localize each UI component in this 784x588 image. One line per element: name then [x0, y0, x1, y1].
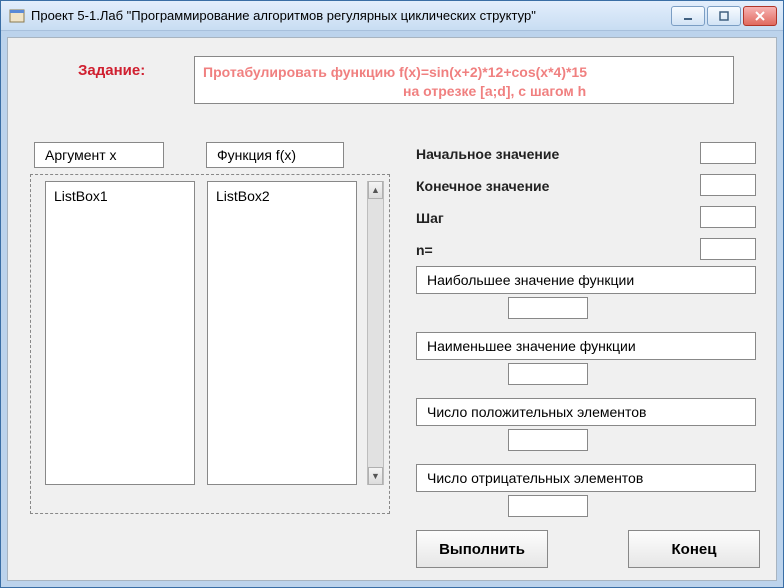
maximize-button[interactable] [707, 6, 741, 26]
max-label: Наибольшее значение функции [427, 272, 634, 288]
listbox1-placeholder: ListBox1 [54, 188, 108, 204]
pos-row: Число положительных элементов [416, 398, 756, 426]
pos-label: Число положительных элементов [427, 404, 647, 420]
min-row: Наименьшее значение функции [416, 332, 756, 360]
max-value-field[interactable] [508, 297, 588, 319]
scrollbar[interactable]: ▲ ▼ [367, 181, 384, 485]
end-value-label: Конечное значение [416, 178, 549, 194]
titlebar: Проект 5-1.Лаб "Программирование алгорит… [1, 1, 783, 31]
window-buttons [671, 6, 777, 26]
min-label: Наименьшее значение функции [427, 338, 636, 354]
step-input[interactable] [700, 206, 756, 228]
function-label: Функция f(x) [206, 142, 344, 168]
task-description: Протабулировать функцию f(x)=sin(x+2)*12… [194, 56, 734, 104]
task-line1: Протабулировать функцию f(x)=sin(x+2)*12… [203, 63, 725, 82]
listbox2-placeholder: ListBox2 [216, 188, 270, 204]
minimize-button[interactable] [671, 6, 705, 26]
neg-value-field[interactable] [508, 495, 588, 517]
step-label: Шаг [416, 210, 444, 226]
max-row: Наибольшее значение функции [416, 266, 756, 294]
start-value-input[interactable] [700, 142, 756, 164]
close-button[interactable] [743, 6, 777, 26]
n-input[interactable] [700, 238, 756, 260]
end-button[interactable]: Конец [628, 530, 760, 568]
client-area: Задание: Протабулировать функцию f(x)=si… [7, 37, 777, 581]
app-icon [9, 8, 25, 24]
scroll-up-icon[interactable]: ▲ [368, 181, 383, 199]
end-button-label: Конец [672, 541, 717, 558]
window-shell: Проект 5-1.Лаб "Программирование алгорит… [0, 0, 784, 588]
n-label: n= [416, 242, 433, 258]
execute-button-label: Выполнить [439, 541, 525, 558]
listbox-panel: ListBox1 ListBox2 ▲ ▼ [30, 174, 390, 514]
execute-button[interactable]: Выполнить [416, 530, 548, 568]
argument-label: Аргумент x [34, 142, 164, 168]
listbox-function[interactable]: ListBox2 [207, 181, 357, 485]
neg-label: Число отрицательных элементов [427, 470, 643, 486]
neg-row: Число отрицательных элементов [416, 464, 756, 492]
task-label: Задание: [78, 62, 145, 79]
task-line2: на отрезке [a;d], с шагом h [203, 82, 725, 101]
end-value-input[interactable] [700, 174, 756, 196]
window-title: Проект 5-1.Лаб "Программирование алгорит… [31, 8, 671, 23]
pos-value-field[interactable] [508, 429, 588, 451]
scroll-down-icon[interactable]: ▼ [368, 467, 383, 485]
min-value-field[interactable] [508, 363, 588, 385]
listbox-argument[interactable]: ListBox1 [45, 181, 195, 485]
start-value-label: Начальное значение [416, 146, 559, 162]
